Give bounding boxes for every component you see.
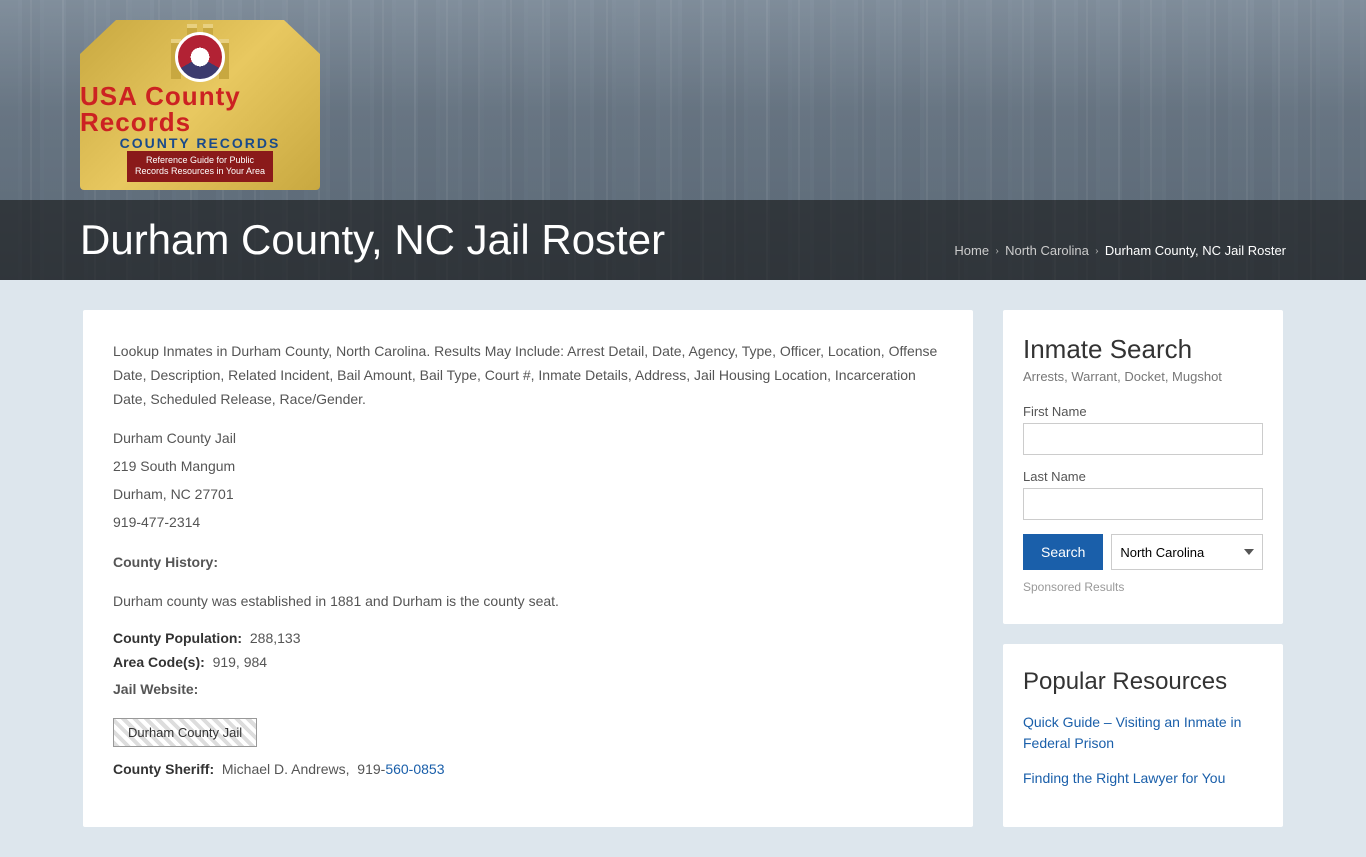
logo-county-text: COUNTY RECORDS — [120, 135, 281, 151]
county-history-label: County History: — [113, 551, 943, 575]
hero-title-area: Durham County, NC Jail Roster — [0, 200, 1366, 280]
popular-resources-box: Popular Resources Quick Guide – Visiting… — [1003, 644, 1283, 827]
population-value: 288,133 — [250, 630, 301, 646]
address-line-1: 219 South Mangum — [113, 455, 943, 479]
breadcrumb-current: Durham County, NC Jail Roster — [1105, 243, 1286, 258]
jail-website-link[interactable]: Durham County Jail — [113, 718, 257, 747]
inmate-search-box: Inmate Search Arrests, Warrant, Docket, … — [1003, 310, 1283, 624]
last-name-label: Last Name — [1023, 469, 1263, 484]
first-name-input[interactable] — [1023, 423, 1263, 455]
breadcrumb-sep-1: › — [995, 243, 999, 258]
first-name-group: First Name — [1023, 404, 1263, 455]
usa-flag-icon — [175, 32, 225, 82]
sheriff-phone-link[interactable]: 560-0853 — [385, 761, 444, 777]
logo-tagline: Reference Guide for Public Records Resou… — [135, 155, 265, 178]
search-row: Search North Carolina Alabama Alaska Ari… — [1023, 534, 1263, 570]
population-label: County Population: — [113, 630, 242, 646]
hero-section: USA County Records COUNTY RECORDS Refere… — [0, 0, 1366, 280]
last-name-group: Last Name — [1023, 469, 1263, 520]
inmate-search-title: Inmate Search — [1023, 334, 1263, 365]
main-wrapper: Lookup Inmates in Durham County, North C… — [63, 280, 1303, 857]
area-code-label: Area Code(s): — [113, 654, 205, 670]
sheriff-phone-prefix: 919- — [357, 761, 385, 777]
sheriff-name: Michael D. Andrews, — [222, 761, 350, 777]
phone-number: 919-477-2314 — [113, 511, 943, 535]
county-history-text: Durham county was established in 1881 an… — [113, 590, 943, 614]
inmate-search-subtitle: Arrests, Warrant, Docket, Mugshot — [1023, 369, 1263, 384]
area-code-row: Area Code(s): 919, 984 — [113, 654, 943, 670]
resource-link-1[interactable]: Quick Guide – Visiting an Inmate in Fede… — [1023, 712, 1263, 754]
breadcrumb-home[interactable]: Home — [954, 243, 989, 258]
breadcrumb-state[interactable]: North Carolina — [1005, 243, 1089, 258]
sheriff-row: County Sheriff: Michael D. Andrews, 919-… — [113, 761, 943, 777]
logo-area: USA County Records COUNTY RECORDS Refere… — [80, 20, 320, 190]
address-line-2: Durham, NC 27701 — [113, 483, 943, 507]
logo-usa-text: USA County Records — [80, 83, 320, 135]
breadcrumb: Home › North Carolina › Durham County, N… — [954, 243, 1286, 258]
intro-text: Lookup Inmates in Durham County, North C… — [113, 340, 943, 411]
jail-name: Durham County Jail — [113, 427, 943, 451]
sponsored-label: Sponsored Results — [1023, 580, 1263, 594]
popular-resources-title: Popular Resources — [1023, 668, 1263, 696]
state-select[interactable]: North Carolina Alabama Alaska Arizona Ca… — [1111, 534, 1263, 570]
content-area: Lookup Inmates in Durham County, North C… — [83, 310, 973, 827]
resource-link-2[interactable]: Finding the Right Lawyer for You — [1023, 768, 1263, 789]
tagline-line2: Records Resources in Your Area — [135, 166, 265, 176]
first-name-label: First Name — [1023, 404, 1263, 419]
last-name-input[interactable] — [1023, 488, 1263, 520]
jail-website-label: Jail Website: — [113, 678, 943, 702]
tagline-line1: Reference Guide for Public — [146, 155, 254, 165]
population-row: County Population: 288,133 — [113, 630, 943, 646]
breadcrumb-sep-2: › — [1095, 243, 1099, 258]
logo-tagline-box: Reference Guide for Public Records Resou… — [127, 151, 273, 182]
logo-box: USA County Records COUNTY RECORDS Refere… — [80, 20, 320, 190]
area-code-value: 919, 984 — [213, 654, 268, 670]
search-button[interactable]: Search — [1023, 534, 1103, 570]
sidebar: Inmate Search Arrests, Warrant, Docket, … — [1003, 310, 1283, 827]
sheriff-label: County Sheriff: — [113, 761, 214, 777]
